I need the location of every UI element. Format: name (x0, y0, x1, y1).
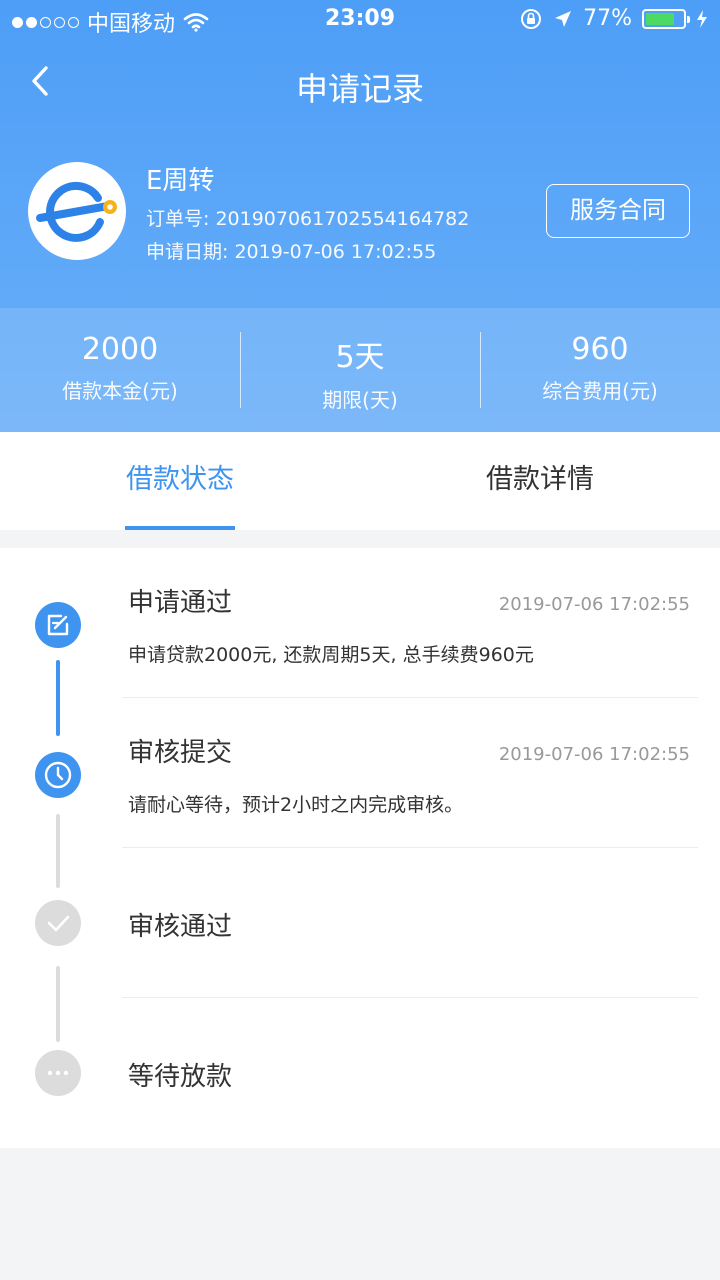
page-title: 申请记录 (295, 70, 424, 108)
loan-stats: 2000 借款本金(元) 5天 期限(天) 960 综合费用(元) (0, 308, 720, 432)
step-time: 2019-07-06 17:02:55 (498, 744, 690, 765)
stat-value: 5天 (335, 340, 385, 375)
edit-icon (35, 602, 81, 648)
step-description: 申请贷款2000元, 还款周期5天, 总手续费960元 (128, 644, 534, 666)
location-icon (555, 10, 572, 27)
e-logo-icon (36, 181, 117, 242)
status-right: 77% (519, 6, 708, 31)
battery-percent: 77% (583, 6, 632, 31)
product-name: E周转 (146, 166, 215, 196)
timeline-step: 等待放款 (0, 998, 720, 1148)
stat-term: 5天 期限(天) (240, 308, 480, 432)
service-contract-button[interactable]: 服务合同 (546, 184, 690, 238)
step-time: 2019-07-06 17:02:55 (498, 594, 690, 615)
step-description: 请耐心等待，预计2小时之内完成审核。 (128, 794, 464, 816)
step-title: 申请通过 (128, 588, 233, 618)
product-logo (28, 162, 126, 260)
timeline-step: 审核提交 2019-07-06 17:02:55 请耐心等待，预计2小时之内完成… (0, 698, 720, 848)
stat-label: 综合费用(元) (542, 379, 658, 403)
tab-loan-details[interactable]: 借款详情 (360, 432, 720, 530)
stat-label: 期限(天) (322, 388, 398, 412)
order-number: 订单号: 20190706170255416478​2 (146, 208, 470, 230)
step-title: 审核提交 (128, 738, 233, 768)
status-timeline: 申请通过 2019-07-06 17:02:55 申请贷款2000元, 还款周期… (0, 548, 720, 1148)
stat-fee: 960 综合费用(元) (480, 308, 720, 432)
header: 中国移动 23:09 77% 申请记录 E周转 订单号: 20190706170… (0, 0, 720, 432)
step-title: 审核通过 (128, 912, 233, 942)
stat-principal: 2000 借款本金(元) (0, 308, 240, 432)
timeline-step: 审核通过 (0, 848, 720, 998)
stat-label: 借款本金(元) (62, 379, 178, 403)
nav-bar: 申请记录 (0, 50, 720, 120)
product-card: E周转 订单号: 20190706170255416478​2 申请日期: 20… (28, 160, 708, 270)
stat-value: 960 (571, 332, 629, 367)
apply-date: 申请日期: 2019-07-06 17:02:55 (146, 241, 437, 263)
step-title: 等待放款 (128, 1062, 233, 1092)
timeline-step: 申请通过 2019-07-06 17:02:55 申请贷款2000元, 还款周期… (0, 548, 720, 698)
product-info: E周转 订单号: 20190706170255416478​2 申请日期: 20… (146, 160, 469, 269)
tab-loan-status[interactable]: 借款状态 (0, 432, 360, 530)
check-icon (35, 900, 81, 946)
clock-icon (35, 752, 81, 798)
stat-value: 2000 (81, 332, 159, 367)
status-bar: 中国移动 23:09 77% (0, 0, 720, 40)
battery-icon (642, 8, 690, 29)
rotation-lock-icon (521, 8, 542, 29)
battery-fill (646, 12, 674, 25)
tab-bar: 借款状态 借款详情 (0, 432, 720, 530)
more-icon (35, 1050, 81, 1096)
charging-icon (697, 9, 707, 28)
